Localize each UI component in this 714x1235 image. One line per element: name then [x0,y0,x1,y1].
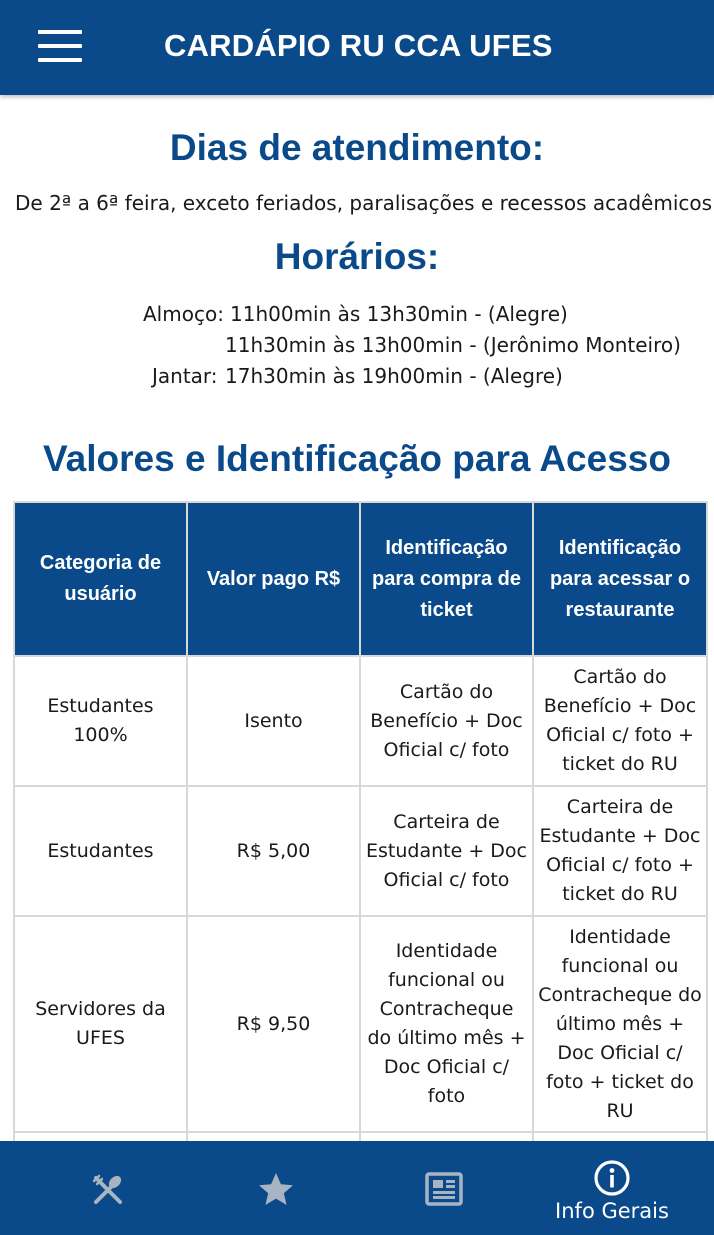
lunch-label: Almoço: [143,302,224,326]
cell-category [13,1131,188,1141]
column-header-ticket-id: Identificação para compra de ticket [359,501,534,657]
table-row: Servidores da UFES R$ 9,50 Identidade fu… [13,915,708,1133]
table-row: Estudantes 100% Isento Cartão do Benefíc… [13,655,708,787]
app-bar: CARDÁPIO RU CCA UFES [0,0,714,95]
info-icon [594,1160,630,1196]
star-icon [259,1173,293,1205]
service-days-text: De 2ª a 6ª feira, exceto feriados, paral… [15,191,714,215]
column-header-access-id: Identificação para acessar o restaurante [532,501,708,657]
bottom-navigation: Info Gerais [0,1141,714,1235]
cell-price [186,1131,361,1141]
nav-item-favorites[interactable] [192,1141,360,1235]
newspaper-icon [425,1172,463,1206]
nav-item-info[interactable]: Info Gerais [528,1141,696,1235]
column-header-price: Valor pago R$ [186,501,361,657]
dinner-hours-alegre: 17h30min às 19h00min - (Alegre) [225,364,563,388]
access-table: Categoria de usuário Valor pago R$ Ident… [13,501,708,1141]
cell-ticket-id: Carteira de Estudante + Doc Oficial c/ f… [359,785,534,917]
cell-access-id: Carteira de Estudante + Doc Oficial c/ f… [532,785,708,917]
cell-category: Estudantes [13,785,188,917]
app-title: CARDÁPIO RU CCA UFES [164,28,553,63]
access-heading: Valores e Identificação para Acesso [43,438,671,479]
column-header-category: Categoria de usuário [13,501,188,657]
table-row [13,1131,708,1141]
cell-access-id [532,1131,708,1141]
cell-ticket-id: Identidade funcional ou Contracheque do … [359,915,534,1133]
service-days-heading: Dias de atendimento: [169,127,545,168]
table-row: Estudantes R$ 5,00 Carteira de Estudante… [13,785,708,917]
cell-access-id: Cartão do Benefício + Doc Oficial c/ fot… [532,655,708,787]
cell-ticket-id [359,1131,534,1141]
dinner-label: Jantar: [152,364,218,388]
cell-price: R$ 9,50 [186,915,361,1133]
hours-heading: Horários: [274,236,440,277]
cell-price: Isento [186,655,361,787]
nav-label-info: Info Gerais [555,1199,669,1223]
cell-ticket-id: Cartão do Benefício + Doc Oficial c/ fot… [359,655,534,787]
lunch-hours-jeronimo: 11h30min às 13h00min - (Jerônimo Monteir… [225,333,681,357]
cell-category: Estudantes 100% [13,655,188,787]
table-header-row: Categoria de usuário Valor pago R$ Ident… [13,501,708,657]
nav-item-menu[interactable] [24,1141,192,1235]
cell-access-id: Identidade funcional ou Contracheque do … [532,915,708,1133]
cell-category: Servidores da UFES [13,915,188,1133]
lunch-hours-alegre: 11h00min às 13h30min - (Alegre) [230,302,568,326]
nav-item-news[interactable] [360,1141,528,1235]
hamburger-menu-icon[interactable] [38,30,82,62]
fork-knife-icon [92,1174,122,1204]
info-content[interactable]: Dias de atendimento: De 2ª a 6ª feira, e… [0,95,714,1141]
cell-price: R$ 5,00 [186,785,361,917]
